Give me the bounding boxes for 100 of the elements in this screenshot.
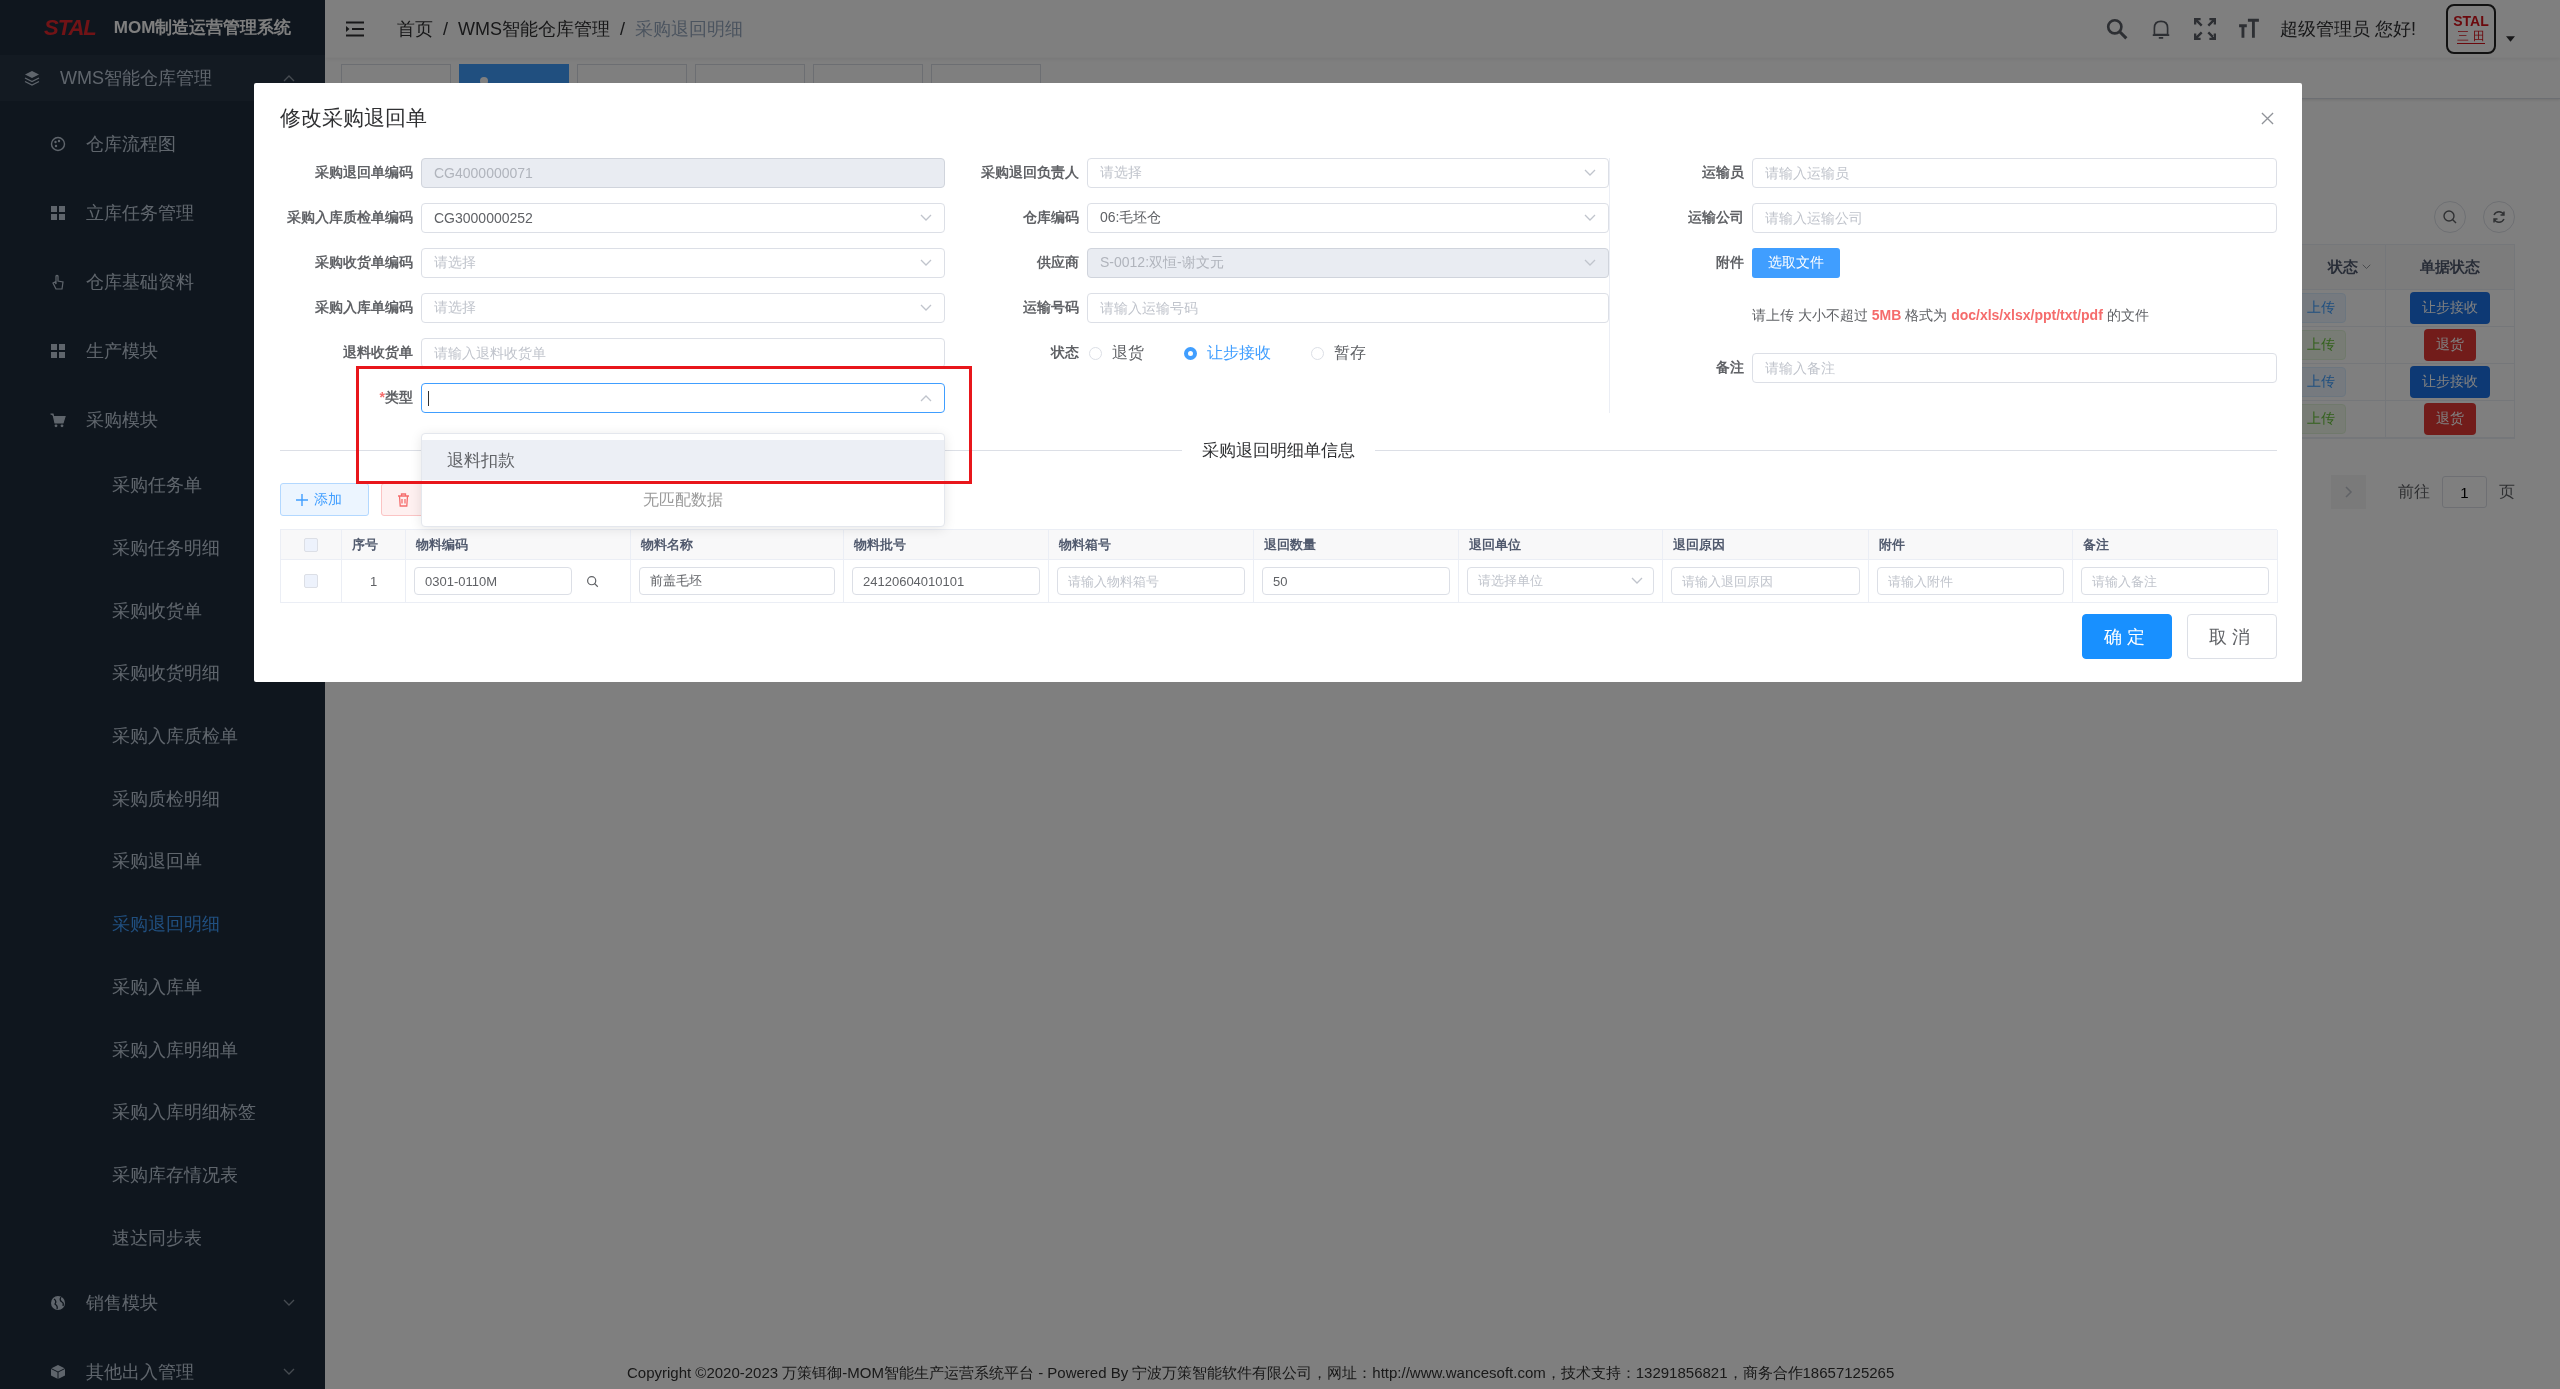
field-label: 备注 <box>1716 359 1744 375</box>
search-icon[interactable] <box>586 574 599 588</box>
text-field[interactable]: 请输入附件 <box>1877 567 2064 595</box>
column-header: 物料箱号 <box>1059 535 1111 554</box>
text-field[interactable]: 前盖毛坯 <box>639 567 835 595</box>
choose-file-button[interactable]: 选取文件 <box>1752 248 1840 278</box>
select-field[interactable]: 请选择单位 <box>1467 567 1654 595</box>
text-field[interactable]: 0301-0110M <box>414 567 572 595</box>
text-field[interactable]: 请输入备注 <box>2081 567 2269 595</box>
avatar[interactable]: STAL 三 田 <box>2446 4 2496 54</box>
cancel-button[interactable]: 取消 <box>2187 614 2277 659</box>
chevron-icon <box>920 304 932 312</box>
layers-icon <box>24 70 40 86</box>
grid-icon <box>50 204 66 221</box>
logo: STAL <box>44 14 96 41</box>
menu-item[interactable]: 其他出入管理 <box>0 1337 325 1389</box>
menu-item[interactable]: 采购入库明细标签 <box>0 1080 325 1144</box>
globe-icon <box>50 1295 66 1312</box>
refresh-button[interactable] <box>2483 201 2515 233</box>
checkbox[interactable] <box>304 537 318 552</box>
text-field[interactable]: 请输入退回原因 <box>1671 567 1860 595</box>
checkbox[interactable] <box>304 574 318 588</box>
menu-item[interactable]: 采购退回明细 <box>0 892 325 956</box>
breadcrumb-link[interactable]: WMS智能仓库管理 <box>458 17 610 41</box>
text-field[interactable]: 请输入运输员 <box>1752 158 2277 188</box>
app-title: MOM制造运营管理系统 <box>113 17 292 39</box>
select-field[interactable]: 06:毛坯仓 <box>1087 203 1609 233</box>
text-field[interactable]: 请输入运输公司 <box>1752 203 2277 233</box>
radio-option[interactable]: 暂存 <box>1311 342 1366 364</box>
menu-item[interactable]: 速达同步表 <box>0 1206 325 1269</box>
select-field[interactable]: 请选择 <box>421 248 945 278</box>
search-button[interactable] <box>2434 201 2466 233</box>
caret-icon[interactable] <box>2506 36 2515 42</box>
field-label: 运输公司 <box>1688 209 1744 225</box>
breadcrumb-separator: / <box>620 18 626 40</box>
text-field[interactable]: 24120604010101 <box>852 567 1040 595</box>
text-field[interactable]: 50 <box>1262 567 1450 595</box>
column-header: 物料名称 <box>641 535 693 554</box>
text-field[interactable]: 请输入物料箱号 <box>1057 567 1245 595</box>
radio-option[interactable]: 让步接收 <box>1184 342 1271 364</box>
text-field[interactable]: 请输入备注 <box>1752 353 2277 383</box>
chevron-icon <box>920 394 932 402</box>
copyright-text: Copyright ©2020-2023 万策铒御-MOM智能生产运营系统平台 - Powered By 宁波万策智能软件有限公司，网址：http://www.wancesoft.com，技术支持：13291856821，商务合作18657125265 <box>626 1364 1895 1383</box>
table-cell: 1 <box>369 573 378 589</box>
menu-icon[interactable] <box>345 21 365 37</box>
select-field[interactable]: CG3000000252 <box>421 203 945 233</box>
plus-icon <box>296 493 308 506</box>
field-label: 采购退回负责人 <box>981 164 1079 180</box>
menu-item[interactable]: 采购入库质检单 <box>0 704 325 768</box>
status-tag: 让步接收 <box>2410 292 2490 324</box>
trash-icon <box>397 492 410 507</box>
column-header: 备注 <box>2083 535 2109 554</box>
field-label: *类型 <box>379 389 413 405</box>
field-label: 采购退回单编码 <box>315 164 413 180</box>
field-label: 采购入库单编码 <box>315 299 413 315</box>
status-tag: 退货 <box>2424 329 2476 361</box>
bell-icon[interactable] <box>2150 18 2172 40</box>
menu-item[interactable]: 采购退回单 <box>0 830 325 893</box>
chevron-icon <box>2362 264 2371 270</box>
add-button[interactable]: 添加 <box>280 483 369 516</box>
menu-item[interactable]: 采购库存情况表 <box>0 1143 325 1207</box>
hand-icon <box>50 273 66 290</box>
menu-group[interactable]: WMS智能仓库管理 <box>0 55 325 101</box>
menu-item[interactable]: 采购质检明细 <box>0 767 325 831</box>
radio-option[interactable]: 退货 <box>1089 342 1144 364</box>
field-label: 退料收货单 <box>343 344 413 360</box>
select-field[interactable]: 请选择 <box>421 293 945 323</box>
select-field[interactable] <box>421 383 945 413</box>
chevron-icon <box>1584 214 1596 222</box>
fullscreen-icon[interactable] <box>2194 18 2216 40</box>
menu-item[interactable]: 销售模块 <box>0 1268 325 1338</box>
field-label: 采购收货单编码 <box>315 254 413 270</box>
column-header: 序号 <box>352 535 378 554</box>
breadcrumb-link[interactable]: 首页 <box>397 17 433 41</box>
chevron-icon <box>1631 577 1643 585</box>
confirm-button[interactable]: 确定 <box>2082 614 2172 659</box>
dropdown-option[interactable]: 退料扣款 <box>422 440 944 480</box>
menu-item[interactable]: 生产模块 <box>0 316 325 385</box>
text-size-icon[interactable] <box>2238 18 2260 40</box>
select-field[interactable]: 请选择 <box>1087 158 1609 188</box>
menu-item[interactable]: 采购入库单 <box>0 955 325 1019</box>
search-icon <box>2442 209 2458 225</box>
page-suffix: 页 <box>2499 481 2515 502</box>
chevron-icon <box>920 214 932 222</box>
menu-item[interactable]: 采购模块 <box>0 385 325 454</box>
chevron-icon <box>2343 486 2354 498</box>
text-field[interactable]: 请输入运输号码 <box>1087 293 1609 323</box>
close-icon[interactable] <box>2261 111 2274 125</box>
field-label: 运输员 <box>1702 164 1744 180</box>
cart-icon <box>50 411 66 428</box>
field-label: 供应商 <box>1037 254 1079 270</box>
field-label: 运输号码 <box>1023 299 1079 315</box>
avatar-logo: STAL <box>2453 14 2489 29</box>
search-icon[interactable] <box>2106 18 2128 40</box>
page-input[interactable]: 1 <box>2442 476 2487 508</box>
column-header: 退回原因 <box>1673 535 1725 554</box>
text-field[interactable]: 请输入退料收货单 <box>421 338 945 368</box>
column-header: 退回单位 <box>1469 535 1521 554</box>
menu-item[interactable]: 采购入库明细单 <box>0 1018 325 1081</box>
column-header: 物料批号 <box>854 535 906 554</box>
